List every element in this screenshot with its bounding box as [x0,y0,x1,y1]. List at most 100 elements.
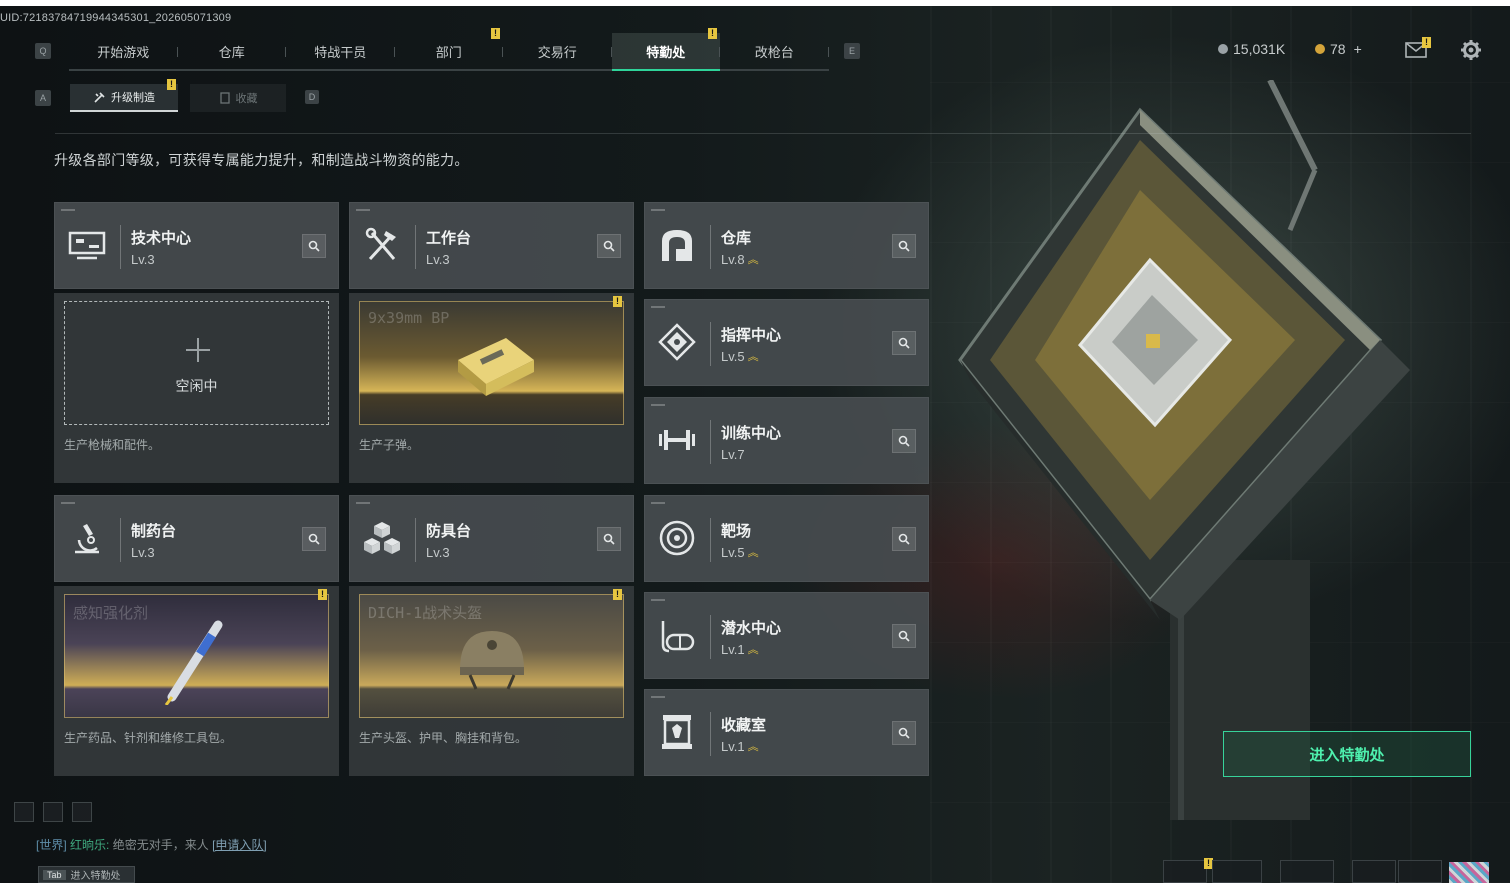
dept-card-command-center[interactable]: 指挥中心 Lv.5 ︽ [644,299,929,386]
stats-button[interactable] [1163,860,1207,883]
join-team-link[interactable]: [申请入队] [212,838,267,852]
upgrade-available-icon: ︽ [747,740,759,753]
upgrade-available-icon: ︽ [747,546,759,559]
add-gold-button[interactable]: + [1354,41,1362,57]
dept-level: Lv.5 ︽ [721,545,759,560]
subtab-upgrade-craft[interactable]: 升级制造 [70,84,178,112]
search-icon[interactable] [892,527,916,551]
item-name: 感知强化剂 [73,604,149,622]
search-icon[interactable] [597,234,621,258]
item-name: DICH-1战术头盔 [368,604,483,622]
dept-level: Lv.3 [131,545,155,560]
tab-start-game[interactable]: 开始游戏 [69,33,178,71]
card-corner-mark [651,209,665,211]
tab-gunsmith[interactable]: 改枪台 [720,33,829,71]
subtab-collection[interactable]: 收藏 [190,84,286,112]
production-slot-workbench[interactable]: 9x39mm BP ! 生产子弹。 [349,293,634,483]
upgrade-available-icon: ︽ [747,643,759,656]
dept-level-value: Lv.3 [131,545,155,560]
inventory-button[interactable] [1212,860,1262,883]
production-caption: 生产头盔、护甲、胸挂和背包。 [359,731,528,745]
card-separator [120,518,121,562]
gold-currency[interactable]: 78 + [1315,41,1362,57]
subtab-upgrade-craft-label: 升级制造 [111,92,155,104]
search-icon[interactable] [892,234,916,258]
card-corner-mark [651,404,665,406]
departments-alert-badge: ! [491,28,500,39]
dept-name: 潜水中心 [721,620,782,637]
card-separator [710,712,711,756]
nav-next-key-hint[interactable]: E [844,43,860,59]
dept-level: Lv.5 ︽ [721,349,759,364]
dept-card-pharmacy[interactable]: 制药台 Lv.3 [54,495,339,582]
dept-level: Lv.1 ︽ [721,739,759,754]
squad-button[interactable] [1280,860,1334,883]
enter-special-ops-button[interactable]: 进入特勤处 [1223,731,1471,777]
chat-user[interactable]: 红晌乐: [70,838,109,852]
dept-name: 工作台 [426,230,472,247]
nav-prev-key-hint[interactable]: Q [35,43,51,59]
diving-mask-icon [661,621,695,653]
dept-card-training-center[interactable]: 训练中心 Lv.7 [644,397,929,484]
dept-card-warehouse[interactable]: 仓库 Lv.8 ︽ [644,202,929,289]
dept-level: Lv.8 ︽ [721,252,759,267]
tab-special-ops[interactable]: 特勤处 [611,33,720,71]
tab-warehouse[interactable]: 仓库 [177,33,286,71]
add-slot-button[interactable] [1352,860,1396,883]
warehouse-icon [662,230,692,261]
tab-key: Tab [43,869,66,880]
dept-card-diving-center[interactable]: 潜水中心 Lv.1 ︽ [644,592,929,679]
dept-card-collection-room[interactable]: 收藏室 Lv.1 ︽ [644,689,929,776]
microscope-icon [75,524,99,554]
search-icon[interactable] [892,624,916,648]
helmet-icon [460,631,524,690]
tab-departments[interactable]: 部门 [394,33,503,71]
card-separator [710,322,711,366]
card-separator [710,615,711,659]
dept-card-workbench[interactable]: 工作台 Lv.3 [349,202,634,289]
production-slot-tech-center[interactable]: 空闲中 生产枪械和配件。 [54,293,339,483]
tab-key-label: 进入特勤处 [70,871,121,882]
dept-level-value: Lv.8 [721,252,745,267]
tab-operators[interactable]: 特战干员 [286,33,395,71]
search-icon[interactable] [892,331,916,355]
subnav-prev-key-hint[interactable]: A [35,90,51,106]
dept-level: Lv.3 [426,252,450,267]
qr-code-icon[interactable] [1449,862,1489,883]
subnav-next-key-hint[interactable]: D [305,90,319,104]
card-corner-mark [356,209,370,211]
tab-key-hint[interactable]: Tab 进入特勤处 [38,866,135,883]
search-icon[interactable] [302,527,326,551]
search-icon[interactable] [302,234,326,258]
silver-amount: 15,031K [1233,41,1286,57]
quick-slot[interactable] [72,802,92,822]
quick-slot[interactable] [14,802,34,822]
dept-card-tech-center[interactable]: 技术中心 Lv.3 [54,202,339,289]
search-icon[interactable] [892,721,916,745]
dept-card-shooting-range[interactable]: 靶场 Lv.5 ︽ [644,495,929,582]
dept-card-armor[interactable]: 防具台 Lv.3 [349,495,634,582]
dept-level-value: Lv.3 [131,252,155,267]
card-corner-mark [356,502,370,504]
item-alert-badge: ! [613,589,622,600]
dept-level-value: Lv.3 [426,545,450,560]
add-slot-button[interactable] [1398,860,1442,883]
gear-icon[interactable] [1460,39,1482,61]
chat-line: [世界] 红晌乐: 绝密无对手，来人 [申请入队] [36,836,267,853]
dept-name: 训练中心 [721,425,782,442]
search-icon[interactable] [597,527,621,551]
dept-level-value: Lv.1 [721,739,745,754]
dept-name: 靶场 [721,523,752,540]
dept-name: 指挥中心 [721,327,782,344]
tab-trade[interactable]: 交易行 [503,33,612,71]
production-slot-armor[interactable]: DICH-1战术头盔 ! 生产头盔、护甲、胸挂和背包。 [349,586,634,776]
idle-slot[interactable]: 空闲中 [64,301,329,425]
quick-slot[interactable] [43,802,63,822]
dept-level-value: Lv.1 [721,642,745,657]
dept-name: 收藏室 [721,717,767,734]
production-slot-pharmacy[interactable]: 感知强化剂 ! 生产药品、针剂和维修工具包。 [54,586,339,776]
search-icon[interactable] [892,429,916,453]
tech-center-icon [68,231,106,260]
silver-currency[interactable]: 15,031K [1218,41,1285,57]
card-corner-mark [651,502,665,504]
